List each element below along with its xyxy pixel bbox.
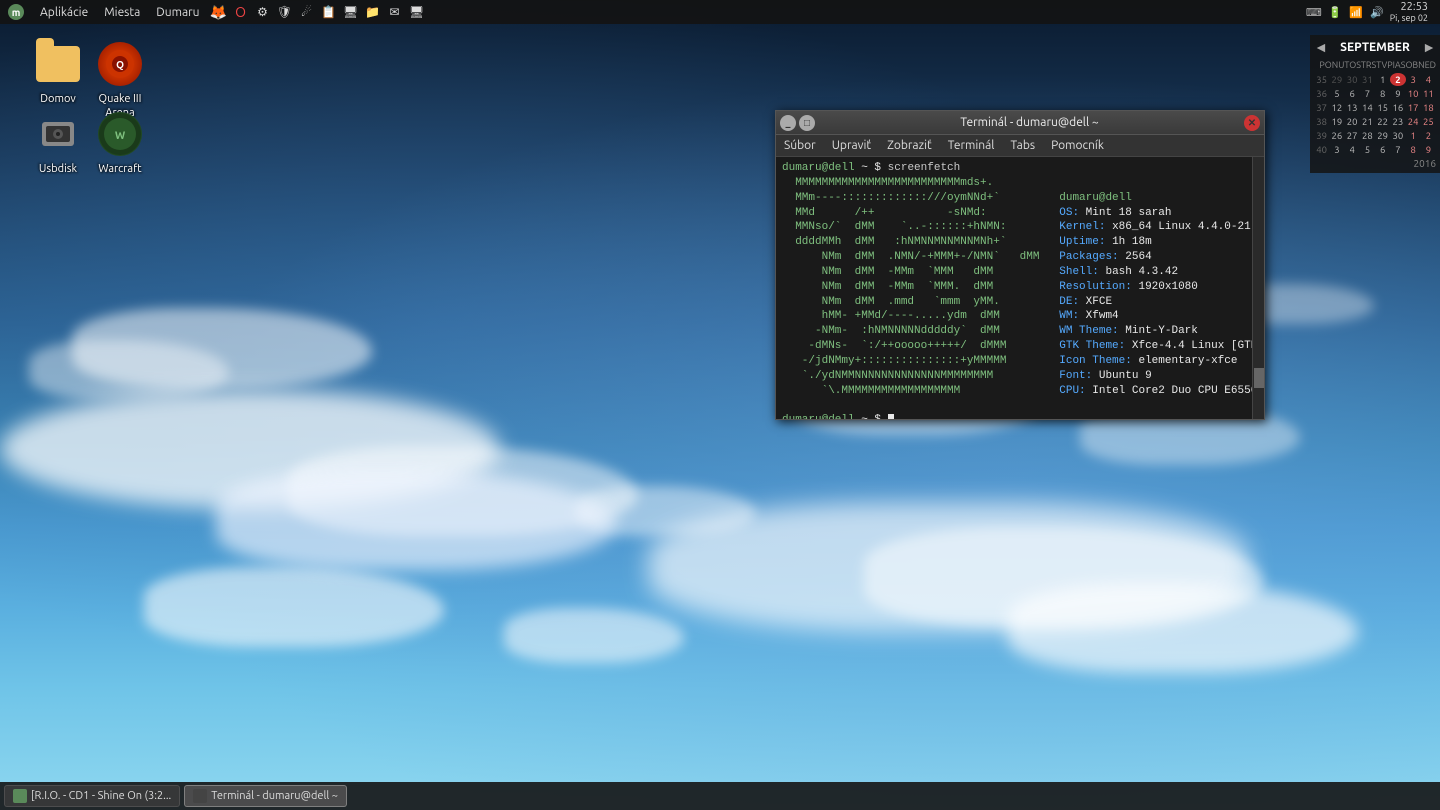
quake-icon-img: Q — [98, 42, 142, 86]
taskbar-terminal-btn[interactable]: Terminál - dumaru@dell ~ — [184, 785, 347, 807]
launcher-app9[interactable]: ✉ — [384, 1, 406, 23]
usbdisk-label: Usbdisk — [39, 162, 77, 176]
taskbar-music-btn[interactable]: [R.I.O. - CD1 - Shine On (3:2... — [4, 785, 180, 807]
warcraft-icon: W — [96, 110, 144, 158]
launcher-app8[interactable]: 📁 — [362, 1, 384, 23]
sys-tray: ⌨ 🔋 📶 🔊 — [1305, 6, 1386, 19]
clock-date: Pi, sep 02 — [1390, 13, 1428, 23]
taskbar-bottom: [R.I.O. - CD1 - Shine On (3:2... Terminá… — [0, 782, 1440, 810]
svg-text:W: W — [115, 130, 126, 142]
calendar-year: 2016 — [1314, 158, 1436, 169]
calendar-header: ◄ SEPTEMBER ► — [1314, 39, 1436, 55]
menu-upravit[interactable]: Upraviť — [824, 135, 879, 156]
menu-pomocnik[interactable]: Pomocník — [1043, 135, 1112, 156]
warcraft-label: Warcraft — [98, 162, 141, 176]
menu-miesta[interactable]: Miesta — [96, 6, 148, 19]
taskbar-music-label: [R.I.O. - CD1 - Shine On (3:2... — [31, 790, 171, 802]
launcher-app4[interactable]: 🛡 — [274, 1, 296, 23]
launcher-opera[interactable]: O — [230, 1, 252, 23]
music-icon — [13, 789, 27, 803]
launcher-app7[interactable]: 🖥 — [340, 1, 362, 23]
launcher-app6[interactable]: 📋 — [318, 1, 340, 23]
menu-dumaru[interactable]: Dumaru — [148, 6, 207, 19]
menu-terminal[interactable]: Terminál — [940, 135, 1003, 156]
terminal-menubar: Súbor Upraviť Zobraziť Terminál Tabs Pom… — [776, 135, 1264, 157]
scrollbar-thumb[interactable] — [1254, 368, 1264, 388]
keyboard-icon[interactable]: ⌨ — [1305, 6, 1323, 19]
menu-subor[interactable]: Súbor — [776, 135, 824, 156]
folder-icon — [34, 40, 82, 88]
terminal-title: Terminál - dumaru@dell ~ — [815, 116, 1244, 129]
taskbar-left: m Aplikácie Miesta Dumaru 🦊 O ⚙ 🛡 ☄ 📋 🖥 … — [0, 1, 1305, 23]
calendar-widget: ◄ SEPTEMBER ► PONUTOSTRSTVPIASOBNED 3529… — [1310, 35, 1440, 173]
warcraft-icon-img: W — [98, 112, 142, 156]
calendar-prev[interactable]: ◄ — [1314, 39, 1328, 55]
menu-aplikacie[interactable]: Aplikácie — [32, 6, 96, 19]
mint-logo-icon: m — [8, 4, 24, 20]
folder-shape — [36, 46, 80, 82]
terminal-titlebar: _ □ Terminál - dumaru@dell ~ ✕ — [776, 111, 1264, 135]
maximize-button[interactable]: □ — [799, 115, 815, 131]
terminal-body[interactable]: dumaru@dell ~ $ screenfetch MMMMMMMMMMMM… — [776, 157, 1264, 419]
minimize-button[interactable]: _ — [780, 115, 796, 131]
taskbar-terminal-label: Terminál - dumaru@dell ~ — [211, 790, 338, 802]
network-icon[interactable]: 📶 — [1347, 6, 1365, 19]
clock: 22:53 Pi, sep 02 — [1390, 1, 1432, 23]
taskbar-top: m Aplikácie Miesta Dumaru 🦊 O ⚙ 🛡 ☄ 📋 🖥 … — [0, 0, 1440, 24]
close-button[interactable]: ✕ — [1244, 115, 1260, 131]
desktop-icon-warcraft[interactable]: W Warcraft — [80, 110, 160, 176]
terminal-content[interactable]: dumaru@dell ~ $ screenfetch MMMMMMMMMMMM… — [776, 157, 1252, 419]
volume-icon[interactable]: 🔊 — [1368, 6, 1386, 19]
terminal-icon — [193, 789, 207, 803]
domov-label: Domov — [40, 92, 75, 106]
calendar-next[interactable]: ► — [1422, 39, 1436, 55]
launcher-app10[interactable]: 🖥 — [406, 1, 428, 23]
calendar-grid: 3529303112343656789101137121314151617183… — [1314, 73, 1436, 156]
battery-icon[interactable]: 🔋 — [1326, 6, 1344, 19]
launcher-app3[interactable]: ⚙ — [252, 1, 274, 23]
window-buttons: _ □ — [780, 115, 815, 131]
svg-text:Q: Q — [116, 59, 124, 70]
menu-zobrazit[interactable]: Zobraziť — [879, 135, 940, 156]
terminal-window[interactable]: _ □ Terminál - dumaru@dell ~ ✕ Súbor Upr… — [775, 110, 1265, 420]
launcher-app5[interactable]: ☄ — [296, 1, 318, 23]
launcher-firefox[interactable]: 🦊 — [208, 1, 230, 23]
menu-tabs[interactable]: Tabs — [1002, 135, 1043, 156]
calendar-days-header: PONUTOSTRSTVPIASOBNED — [1314, 59, 1436, 71]
quake-icon: Q — [96, 40, 144, 88]
mint-logo[interactable]: m — [0, 4, 32, 20]
calendar-title: SEPTEMBER — [1340, 41, 1410, 54]
terminal-scrollbar[interactable] — [1252, 157, 1264, 419]
desktop-icon-quake[interactable]: Q Quake IIIArena — [80, 40, 160, 121]
scrollbar-track — [1253, 157, 1264, 419]
usb-icon — [34, 110, 82, 158]
clock-time: 22:53 — [1390, 1, 1428, 13]
taskbar-right: ⌨ 🔋 📶 🔊 22:53 Pi, sep 02 — [1305, 1, 1440, 23]
